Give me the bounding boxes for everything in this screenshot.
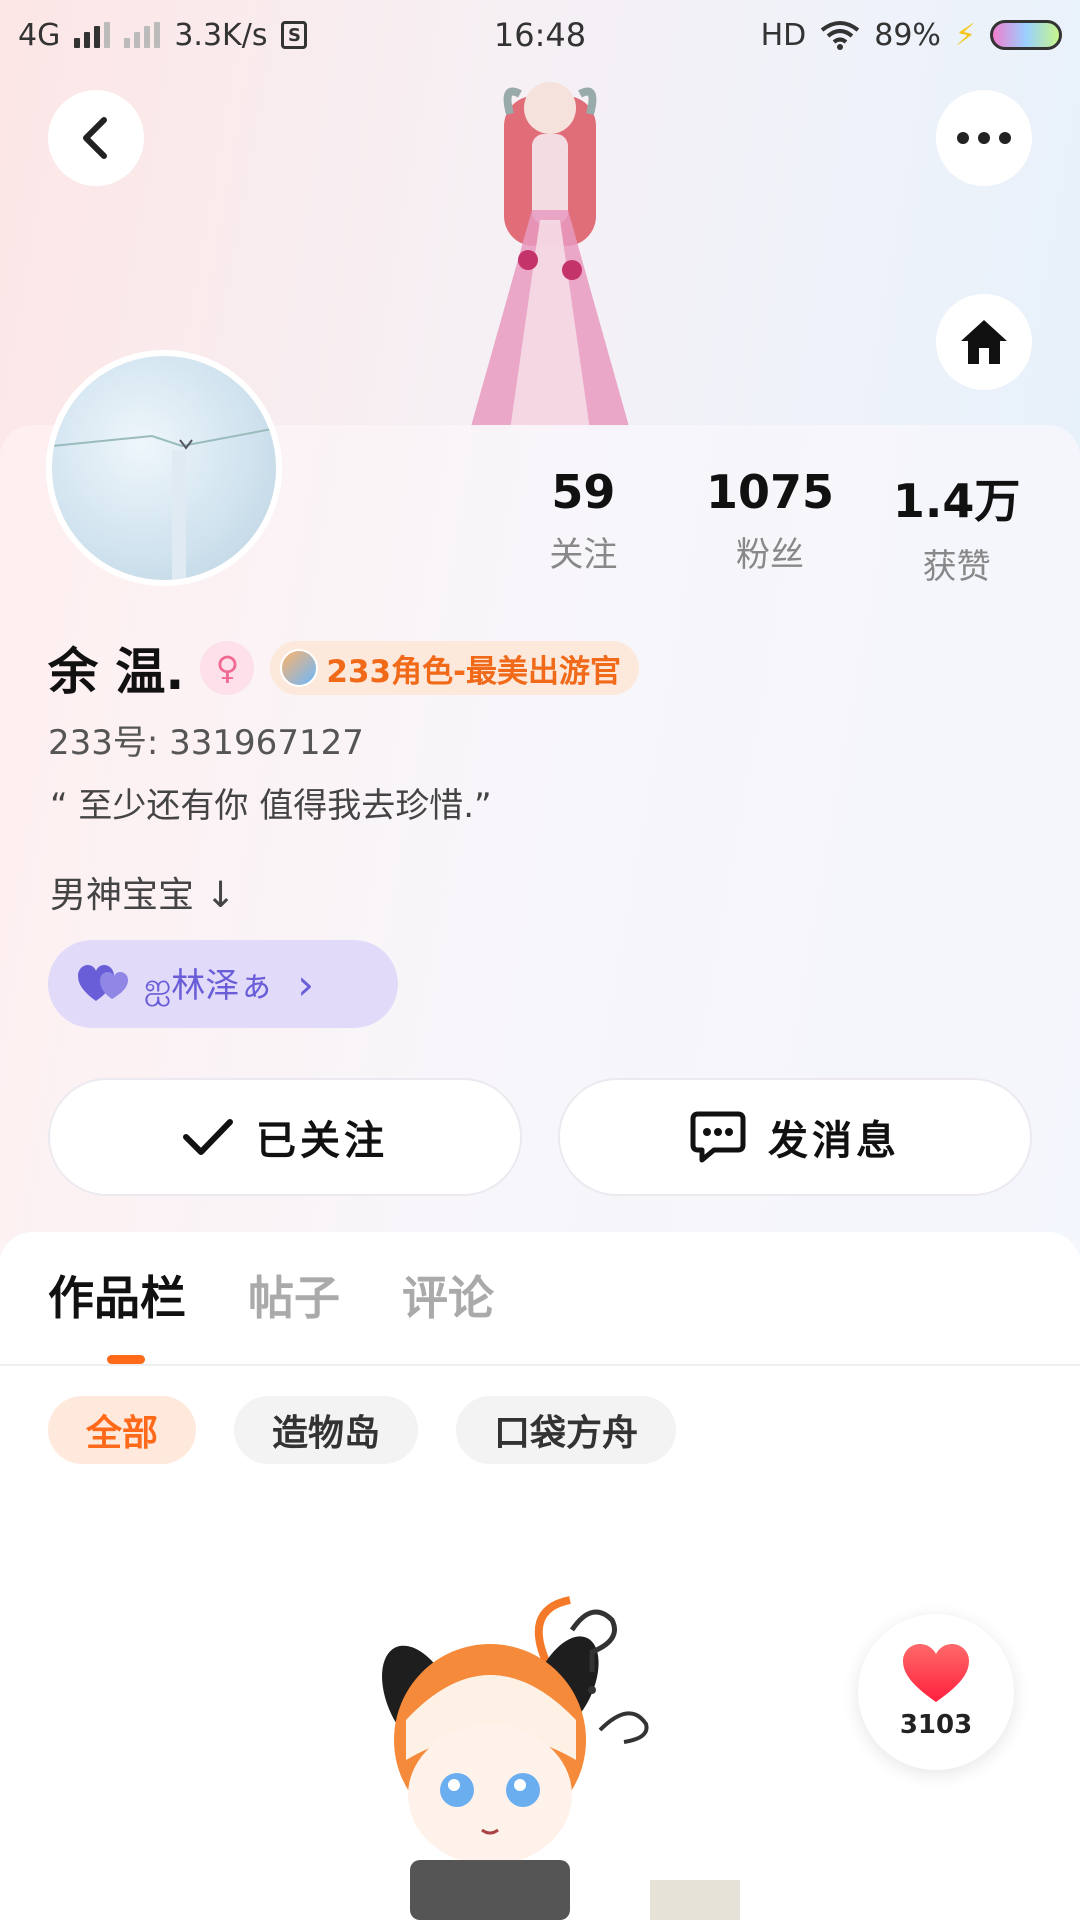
signal-icon <box>74 22 111 48</box>
check-icon <box>183 1119 233 1155</box>
battery-label: 89% <box>874 17 941 53</box>
tagline-text: 男神宝宝 ↓ <box>50 875 236 916</box>
content-tabs: 作品栏 帖子 评论 <box>48 1262 494 1328</box>
like-button[interactable]: 3103 <box>858 1614 1014 1770</box>
role-badge[interactable]: 233角色-最美出游官 <box>270 641 639 695</box>
status-bar: 4G 3.3K/s S 16:48 HD 89% ⚡ <box>0 0 1080 70</box>
chat-bubble-icon <box>690 1111 746 1163</box>
wifi-icon <box>821 21 860 50</box>
stat-following[interactable]: 59 关注 <box>490 465 677 588</box>
stat-likes[interactable]: 1.4万 获赞 <box>863 465 1050 588</box>
stat-value: 59 <box>551 465 616 519</box>
chevron-right-icon: › <box>297 959 315 1009</box>
filter-chips: 全部 造物岛 口袋方舟 <box>48 1396 677 1464</box>
home-icon <box>961 320 1007 364</box>
followed-button[interactable]: 已关注 <box>48 1078 522 1196</box>
more-icon <box>957 132 1011 144</box>
stat-label: 粉丝 <box>736 535 804 575</box>
stats-row: 59 关注 1075 粉丝 1.4万 获赞 <box>490 465 1050 588</box>
send-message-label: 发消息 <box>768 1118 900 1164</box>
role-badge-icon <box>280 649 319 687</box>
back-arrow-icon <box>83 117 107 159</box>
bio-text: “ 至少还有你 值得我去珍惜.” <box>50 786 492 826</box>
net-speed: 3.3K/s <box>174 17 268 53</box>
stat-value: 1075 <box>705 465 835 519</box>
tab-comments[interactable]: 评论 <box>402 1262 494 1328</box>
hd-label: HD <box>760 17 807 53</box>
avatar[interactable] <box>46 350 282 586</box>
hearts-icon <box>78 965 128 1001</box>
sim-icon: S <box>281 21 308 49</box>
empty-state-mascot-illustration <box>382 1596 740 1920</box>
chip-all[interactable]: 全部 <box>48 1396 197 1464</box>
like-count: 3103 <box>899 1710 973 1740</box>
battery-icon <box>990 20 1062 50</box>
stat-followers[interactable]: 1075 粉丝 <box>677 465 864 588</box>
user-id[interactable]: 233号: 331967127 <box>48 715 364 764</box>
tab-posts[interactable]: 帖子 <box>248 1262 340 1328</box>
signal-2-icon <box>124 22 161 48</box>
active-tab-indicator <box>107 1355 145 1364</box>
charging-icon: ⚡ <box>954 17 976 53</box>
character-illustration <box>470 82 630 430</box>
stat-label: 获赞 <box>922 547 991 587</box>
female-icon: ♀ <box>200 641 255 695</box>
cp-name: ஐ林泽ぁ <box>144 966 274 1006</box>
chip-pocket-ark[interactable]: 口袋方舟 <box>456 1396 677 1464</box>
name-row: 余 温. ♀ 233角色-最美出游官 <box>48 632 639 704</box>
more-button[interactable] <box>936 90 1032 186</box>
role-badge-label: 233角色-最美出游官 <box>326 653 621 690</box>
username: 余 温. <box>48 643 185 701</box>
back-button[interactable] <box>48 90 144 186</box>
stat-value: 1.4万 <box>892 474 1021 528</box>
tab-works[interactable]: 作品栏 <box>48 1262 186 1328</box>
cp-relation-pill[interactable]: ஐ林泽ぁ › <box>48 940 398 1028</box>
heart-icon <box>903 1644 969 1702</box>
tabs-divider <box>0 1364 1080 1366</box>
chip-creation-island[interactable]: 造物岛 <box>234 1396 419 1464</box>
stat-label: 关注 <box>549 535 618 575</box>
home-button[interactable] <box>936 294 1032 390</box>
network-label: 4G <box>18 17 61 53</box>
send-message-button[interactable]: 发消息 <box>558 1078 1032 1196</box>
followed-label: 已关注 <box>256 1118 388 1164</box>
